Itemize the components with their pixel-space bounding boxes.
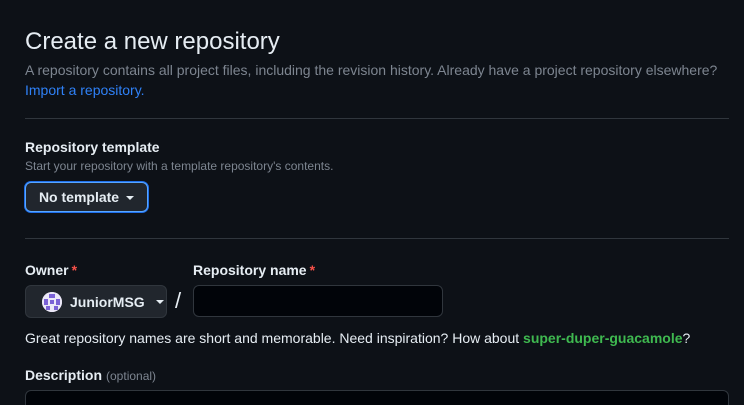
suggested-name-link[interactable]: super-duper-guacamole xyxy=(523,330,682,346)
repository-name-input[interactable] xyxy=(193,285,443,317)
caret-down-icon xyxy=(126,195,135,200)
section-divider xyxy=(25,118,729,119)
owner-label: Owner * xyxy=(25,262,77,278)
template-dropdown-button[interactable]: No template xyxy=(25,182,148,212)
caret-down-icon xyxy=(155,300,164,304)
avatar xyxy=(42,291,62,312)
import-repository-link[interactable]: Import a repository. xyxy=(25,82,145,98)
required-mark: * xyxy=(309,262,316,278)
repo-name-label-text: Repository name xyxy=(193,262,307,278)
description-input[interactable] xyxy=(25,390,729,405)
owner-repo-separator: / xyxy=(175,288,182,313)
create-repository-page: Create a new repository A repository con… xyxy=(0,0,744,405)
optional-tag: (optional) xyxy=(106,369,157,383)
page-subtitle: A repository contains all project files,… xyxy=(25,62,718,78)
section-divider xyxy=(25,238,729,239)
repo-name-label: Repository name * xyxy=(193,262,315,278)
description-label-text: Description xyxy=(25,367,103,383)
required-mark: * xyxy=(71,262,78,278)
suggestion-suffix: ? xyxy=(682,330,691,346)
page-title: Create a new repository xyxy=(25,28,280,55)
owner-name: JuniorMSG xyxy=(70,293,145,310)
template-hint: Start your repository with a template re… xyxy=(25,159,334,173)
owner-dropdown-button[interactable]: JuniorMSG xyxy=(25,285,167,318)
name-suggestion: Great repository names are short and mem… xyxy=(25,330,690,346)
template-selected-label: No template xyxy=(38,189,120,205)
description-label: Description (optional) xyxy=(25,367,156,383)
suggestion-text: Great repository names are short and mem… xyxy=(25,330,520,346)
template-label: Repository template xyxy=(25,139,160,155)
owner-label-text: Owner xyxy=(25,262,69,278)
